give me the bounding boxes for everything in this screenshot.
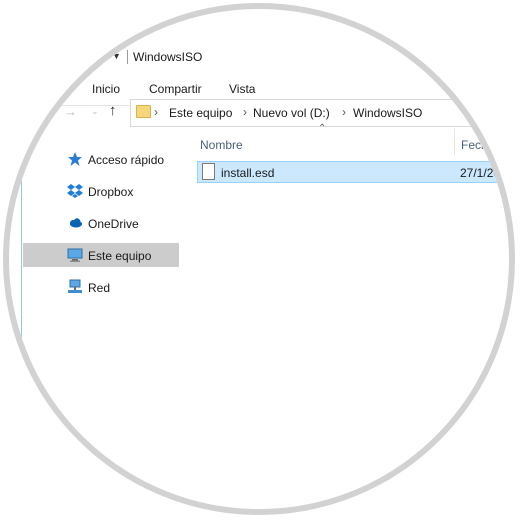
column-header-date[interactable]: Fech — [461, 138, 488, 152]
breadcrumb-este-equipo[interactable]: Este equipo — [169, 106, 232, 120]
nav-pane-border — [21, 77, 22, 357]
onedrive-cloud-icon — [70, 218, 82, 228]
column-divider[interactable] — [454, 129, 455, 155]
breadcrumb-separator-icon[interactable]: › — [342, 105, 346, 119]
file-icon — [202, 163, 215, 180]
breadcrumb-windowsiso[interactable]: WindowsISO — [353, 106, 422, 120]
dropbox-icon — [67, 184, 83, 198]
sidebar-item-label: OneDrive — [88, 217, 139, 231]
sidebar-item-acceso-rapido[interactable]: Acceso rápido — [23, 147, 179, 171]
tab-compartir[interactable]: Compartir — [149, 82, 202, 96]
up-arrow-icon[interactable]: ↑ — [109, 102, 117, 119]
title-bar — [9, 43, 509, 69]
sidebar-item-label: Acceso rápido — [88, 153, 165, 167]
back-arrow-icon[interactable]: → — [64, 104, 77, 119]
star-icon — [68, 152, 82, 166]
title-divider — [127, 50, 128, 64]
sidebar-item-red[interactable]: Red — [23, 275, 179, 299]
file-name[interactable]: install.esd — [221, 166, 274, 180]
magnified-explorer-window: ▼ WindowsISO Inicio Compartir Vista → ⌄ … — [9, 9, 509, 509]
sidebar-item-este-equipo[interactable]: Este equipo — [23, 243, 179, 267]
sidebar-item-dropbox[interactable]: Dropbox — [23, 179, 179, 203]
folder-icon — [136, 105, 151, 118]
sidebar-item-label: Red — [88, 281, 111, 295]
breadcrumb-separator-icon[interactable]: › — [154, 105, 158, 119]
window-title: WindowsISO — [133, 50, 203, 64]
computer-icon — [67, 248, 83, 262]
network-icon — [68, 279, 82, 293]
sidebar-item-onedrive[interactable]: OneDrive — [23, 211, 179, 235]
recent-dropdown-icon[interactable]: ⌄ — [91, 106, 99, 117]
tab-vista[interactable]: Vista — [229, 82, 255, 96]
sidebar-item-label: Este equipo — [88, 249, 152, 263]
quick-access-dropdown-icon[interactable]: ▼ — [112, 51, 121, 61]
sort-ascending-icon: ⌃ — [318, 123, 327, 134]
column-header-name[interactable]: Nombre — [200, 138, 243, 152]
tab-inicio[interactable]: Inicio — [92, 82, 120, 96]
breadcrumb-separator-icon[interactable]: › — [243, 105, 247, 119]
breadcrumb-nuevo-vol[interactable]: Nuevo vol (D:) — [253, 106, 330, 120]
file-date: 27/1/20 — [460, 166, 501, 180]
sidebar-item-label: Dropbox — [88, 185, 134, 199]
